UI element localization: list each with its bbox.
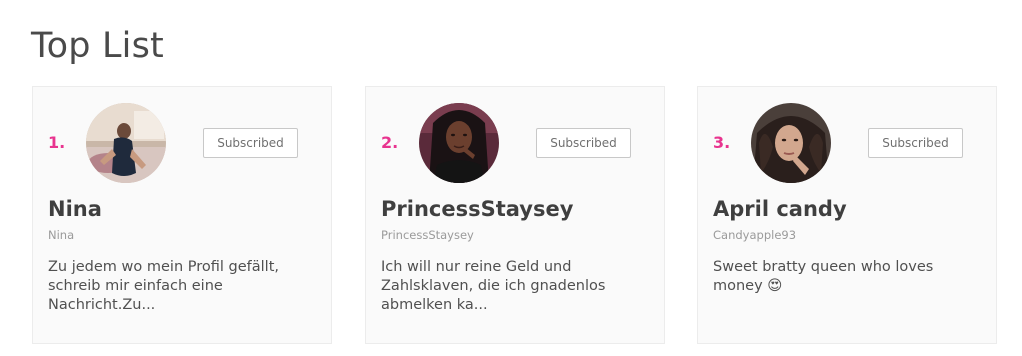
creator-description: Zu jedem wo mein Profil gefällt, schreib… [48,259,279,313]
top-list-cards: 1. Subscribed Nina Nina Zu jedem wo mein… [32,86,1002,346]
page-title: Top List [31,26,164,66]
creator-description: Sweet bratty queen who loves money 😍 [713,259,934,294]
avatar[interactable] [86,103,166,183]
rank-number: 1. [48,133,66,152]
profile-photo-icon [86,103,166,183]
creator-name[interactable]: PrincessStaysey [381,197,573,221]
avatar[interactable] [419,103,499,183]
creator-name[interactable]: April candy [713,197,847,221]
creator-username: Nina [48,228,75,242]
subscribed-button[interactable]: Subscribed [203,128,298,158]
avatar[interactable] [751,103,831,183]
creator-card[interactable]: 1. Subscribed Nina Nina Zu jedem wo mein… [32,86,332,344]
creator-name[interactable]: Nina [48,197,102,221]
creator-username: Candyapple93 [713,228,797,242]
subscribed-button[interactable]: Subscribed [868,128,963,158]
top-list-page: Top List 1. Subscribed Nina Nina Zu jede… [0,0,1022,356]
rank-number: 2. [381,133,399,152]
profile-photo-icon [419,103,499,183]
subscribed-button[interactable]: Subscribed [536,128,631,158]
rank-number: 3. [713,133,731,152]
creator-description: Ich will nur reine Geld und Zahlsklaven,… [381,259,606,313]
creator-username: PrincessStaysey [381,228,474,242]
creator-card[interactable]: 3. Subscribed April candy Candyapple93 S… [697,86,997,344]
creator-card[interactable]: 2. Subscribed PrincessStaysey PrincessSt… [365,86,665,344]
profile-photo-icon [751,103,831,183]
